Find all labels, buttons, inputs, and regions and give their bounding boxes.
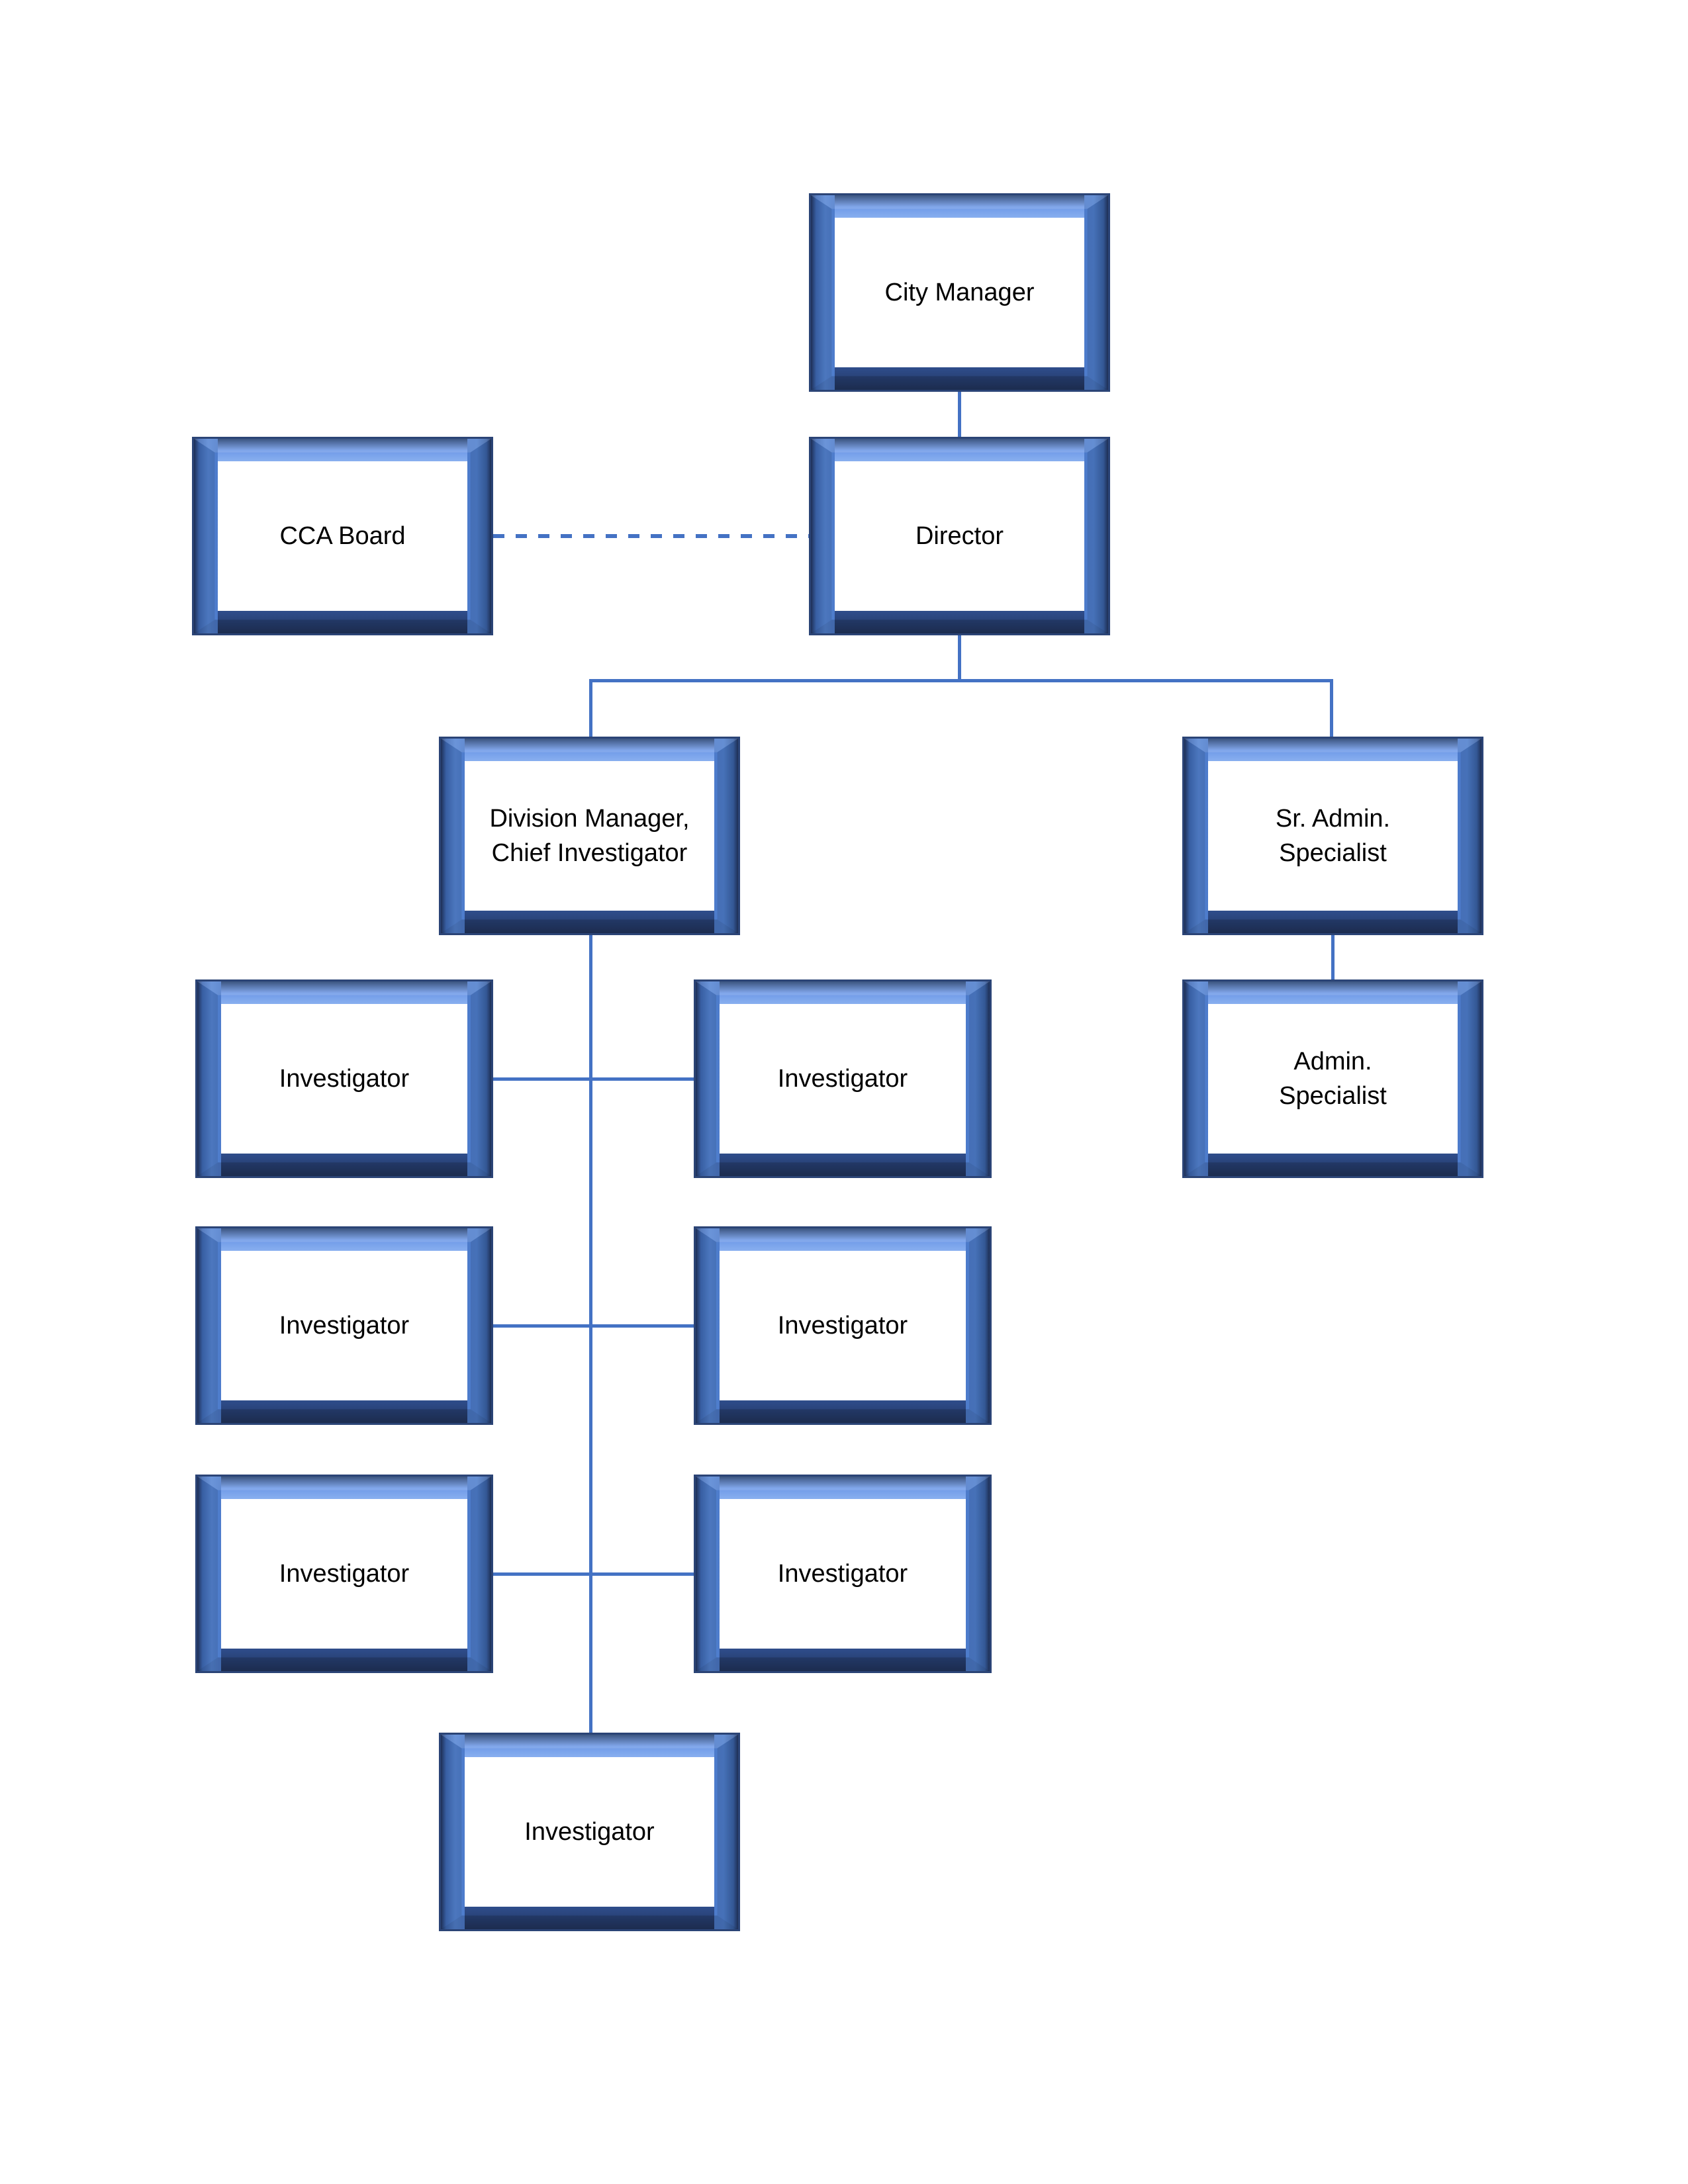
node-label-line: Investigator bbox=[777, 1559, 908, 1588]
node-body: Director bbox=[835, 461, 1084, 611]
org-node-investigator-6[interactable]: Investigator bbox=[694, 1475, 992, 1673]
node-frame: Investigator bbox=[197, 1477, 491, 1671]
node-frame: Investigator bbox=[197, 981, 491, 1176]
node-label-line: Investigator bbox=[279, 1559, 410, 1588]
node-label: CCA Board bbox=[279, 519, 405, 553]
node-frame: Division Manager, Chief Investigator bbox=[441, 739, 738, 933]
node-label: Investigator bbox=[524, 1815, 654, 1849]
connector-division-trunk bbox=[589, 935, 592, 1735]
node-label-line: CCA Board bbox=[279, 522, 406, 550]
node-label-line: Investigator bbox=[279, 1311, 410, 1340]
node-label: Investigator bbox=[279, 1062, 409, 1096]
node-body: Division Manager, Chief Investigator bbox=[465, 761, 714, 911]
org-node-admin-specialist[interactable]: Admin. Specialist bbox=[1182, 979, 1483, 1178]
org-node-investigator-4[interactable]: Investigator bbox=[694, 1226, 992, 1425]
org-node-city-manager[interactable]: City Manager bbox=[809, 193, 1110, 392]
node-frame: Sr. Admin. Specialist bbox=[1184, 739, 1481, 933]
connector-investigator-row-3-link bbox=[493, 1572, 695, 1576]
connector-branch-drop-sr-admin bbox=[1330, 679, 1333, 739]
node-label: Division Manager, Chief Investigator bbox=[489, 801, 689, 871]
connector-cca-board-to-director bbox=[493, 534, 810, 538]
node-frame: Investigator bbox=[696, 1477, 990, 1671]
connector-branch-bar bbox=[589, 679, 1333, 682]
node-label-line: Specialist bbox=[1279, 1082, 1387, 1110]
node-label: City Manager bbox=[885, 275, 1035, 310]
node-label-line: City Manager bbox=[884, 278, 1035, 306]
node-body: Investigator bbox=[221, 1004, 467, 1154]
org-chart-canvas: City Manager CCA Board Director Division… bbox=[0, 0, 1688, 2184]
connector-sr-admin-to-admin bbox=[1331, 935, 1335, 981]
node-frame: Investigator bbox=[696, 1228, 990, 1423]
connector-branch-drop-division bbox=[589, 679, 592, 739]
node-frame: CCA Board bbox=[194, 439, 491, 633]
node-label: Investigator bbox=[778, 1062, 908, 1096]
node-body: Sr. Admin. Specialist bbox=[1208, 761, 1458, 911]
node-label-line: Investigator bbox=[777, 1064, 908, 1093]
node-label: Investigator bbox=[279, 1308, 409, 1343]
node-body: City Manager bbox=[835, 218, 1084, 367]
node-label-line: Admin. bbox=[1293, 1047, 1372, 1075]
node-label: Director bbox=[915, 519, 1004, 553]
node-label-line: Division Manager, bbox=[489, 804, 690, 833]
node-label-line: Specialist bbox=[1279, 839, 1387, 867]
node-label: Investigator bbox=[778, 1308, 908, 1343]
connector-city-manager-to-director bbox=[958, 392, 961, 437]
org-node-investigator-7[interactable]: Investigator bbox=[439, 1733, 740, 1931]
node-body: CCA Board bbox=[218, 461, 467, 611]
node-label: Investigator bbox=[778, 1557, 908, 1591]
node-label: Admin. Specialist bbox=[1279, 1044, 1387, 1114]
node-frame: Investigator bbox=[441, 1735, 738, 1929]
org-node-cca-board[interactable]: CCA Board bbox=[192, 437, 493, 635]
connector-investigator-row-1-link bbox=[493, 1077, 695, 1081]
node-label-line: Investigator bbox=[777, 1311, 908, 1340]
node-label: Investigator bbox=[279, 1557, 409, 1591]
node-body: Investigator bbox=[221, 1499, 467, 1649]
org-node-division-manager[interactable]: Division Manager, Chief Investigator bbox=[439, 737, 740, 935]
node-label-line: Sr. Admin. bbox=[1275, 804, 1391, 833]
org-node-investigator-1[interactable]: Investigator bbox=[195, 979, 493, 1178]
node-body: Admin. Specialist bbox=[1208, 1004, 1458, 1154]
org-node-investigator-5[interactable]: Investigator bbox=[195, 1475, 493, 1673]
node-frame: Investigator bbox=[696, 981, 990, 1176]
org-node-director[interactable]: Director bbox=[809, 437, 1110, 635]
node-frame: Investigator bbox=[197, 1228, 491, 1423]
node-body: Investigator bbox=[465, 1757, 714, 1907]
org-node-investigator-2[interactable]: Investigator bbox=[694, 979, 992, 1178]
node-body: Investigator bbox=[720, 1004, 966, 1154]
node-frame: Admin. Specialist bbox=[1184, 981, 1481, 1176]
org-node-investigator-3[interactable]: Investigator bbox=[195, 1226, 493, 1425]
connector-director-to-branch-bar bbox=[958, 635, 961, 680]
node-body: Investigator bbox=[720, 1499, 966, 1649]
node-frame: City Manager bbox=[811, 195, 1108, 390]
connector-investigator-row-2-link bbox=[493, 1324, 695, 1328]
org-node-sr-admin-specialist[interactable]: Sr. Admin. Specialist bbox=[1182, 737, 1483, 935]
node-label: Sr. Admin. Specialist bbox=[1276, 801, 1390, 871]
node-body: Investigator bbox=[720, 1251, 966, 1400]
node-label-line: Director bbox=[915, 522, 1004, 550]
node-body: Investigator bbox=[221, 1251, 467, 1400]
node-label-line: Investigator bbox=[279, 1064, 410, 1093]
node-label-line: Investigator bbox=[524, 1817, 655, 1846]
node-label-line: Chief Investigator bbox=[491, 839, 688, 867]
node-frame: Director bbox=[811, 439, 1108, 633]
